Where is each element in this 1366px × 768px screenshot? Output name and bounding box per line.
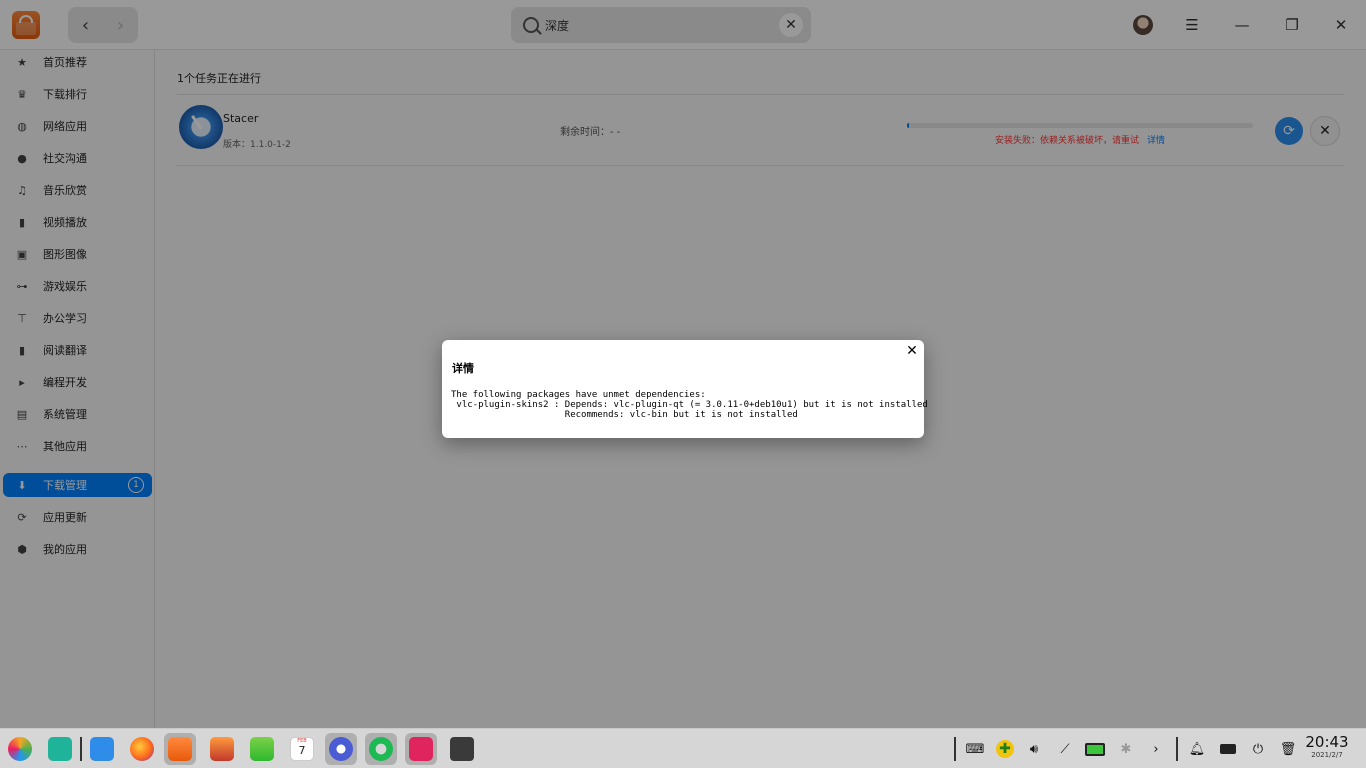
dock-app-settings[interactable]	[325, 733, 357, 765]
taskbar: FEB 7 ⌨ ✚ 🔊︎ ⟋ ✱ › 🔔︎ ⏻ 🗑︎ 20:43 2021/2/…	[0, 728, 1366, 768]
dock-app-terminal[interactable]	[405, 733, 437, 765]
trash-icon: 🗑︎	[1279, 741, 1297, 757]
image-viewer-icon	[210, 737, 234, 761]
music-icon	[250, 737, 274, 761]
battery-charging-icon	[1085, 742, 1105, 756]
dialog-close-button[interactable]: ✕	[904, 343, 920, 359]
battery-button[interactable]	[1085, 739, 1105, 759]
volume-button[interactable]: 🔊︎	[1024, 739, 1044, 759]
volume-icon: 🔊︎	[1029, 741, 1039, 757]
chevron-right-icon: ›	[1153, 741, 1159, 757]
dialog-message: The following packages have unmet depend…	[451, 390, 928, 420]
firefox-icon	[130, 737, 154, 761]
camera-icon	[450, 737, 474, 761]
tray-separator	[954, 737, 956, 761]
notification-button[interactable]: 🔔︎	[1187, 739, 1207, 759]
gear-icon	[329, 737, 353, 761]
bluetooth-icon: ✱	[1120, 741, 1132, 757]
bluetooth-button[interactable]: ✱	[1116, 739, 1136, 759]
tray-separator	[1176, 737, 1178, 761]
network-icon: ⟋	[1060, 741, 1070, 757]
clock-time: 20:43	[1305, 733, 1349, 751]
input-method-icon: ✚	[996, 740, 1014, 758]
bell-icon: 🔔︎	[1188, 741, 1206, 757]
clock-date: 2021/2/7	[1311, 751, 1343, 759]
network-button[interactable]: ⟋	[1055, 739, 1075, 759]
input-method-button[interactable]: ✚	[995, 739, 1015, 759]
tray-expand-button[interactable]: ›	[1146, 739, 1166, 759]
calendar-icon: FEB 7	[290, 737, 314, 761]
dock-app-file-manager[interactable]	[86, 733, 118, 765]
launcher-button[interactable]	[4, 733, 36, 765]
dock-app-screenshot[interactable]	[446, 733, 478, 765]
multitasking-icon	[48, 737, 72, 761]
dock-app-store[interactable]	[164, 733, 196, 765]
dock-app-multitasking[interactable]	[44, 733, 76, 765]
keyboard-layout-button[interactable]: ⌨	[965, 739, 985, 759]
file-manager-icon	[90, 737, 114, 761]
trash-button[interactable]: 🗑︎	[1278, 739, 1298, 759]
datetime-clock[interactable]: 20:43 2021/2/7	[1304, 733, 1350, 760]
dock-app-firefox[interactable]	[126, 733, 158, 765]
onscreen-keyboard-button[interactable]	[1218, 739, 1238, 759]
power-button[interactable]: ⏻	[1248, 739, 1268, 759]
calendar-day: 7	[298, 744, 306, 757]
dialog-title: 详情	[452, 362, 474, 375]
dock-app-calendar[interactable]: FEB 7	[286, 733, 318, 765]
details-dialog: 详情 ✕ The following packages have unmet d…	[442, 340, 928, 438]
dock-separator	[80, 737, 82, 761]
app-store-icon	[168, 737, 192, 761]
launcher-icon	[8, 737, 32, 761]
power-icon: ⏻	[1252, 741, 1264, 757]
keyboard-icon	[1220, 744, 1236, 754]
dock-app-music[interactable]	[246, 733, 278, 765]
dock-app-browser[interactable]	[365, 733, 397, 765]
terminal-icon	[409, 737, 433, 761]
close-icon: ✕	[906, 343, 918, 359]
keyboard-icon: ⌨	[965, 741, 985, 757]
dock-app-image-viewer[interactable]	[206, 733, 238, 765]
browser-icon	[369, 737, 393, 761]
